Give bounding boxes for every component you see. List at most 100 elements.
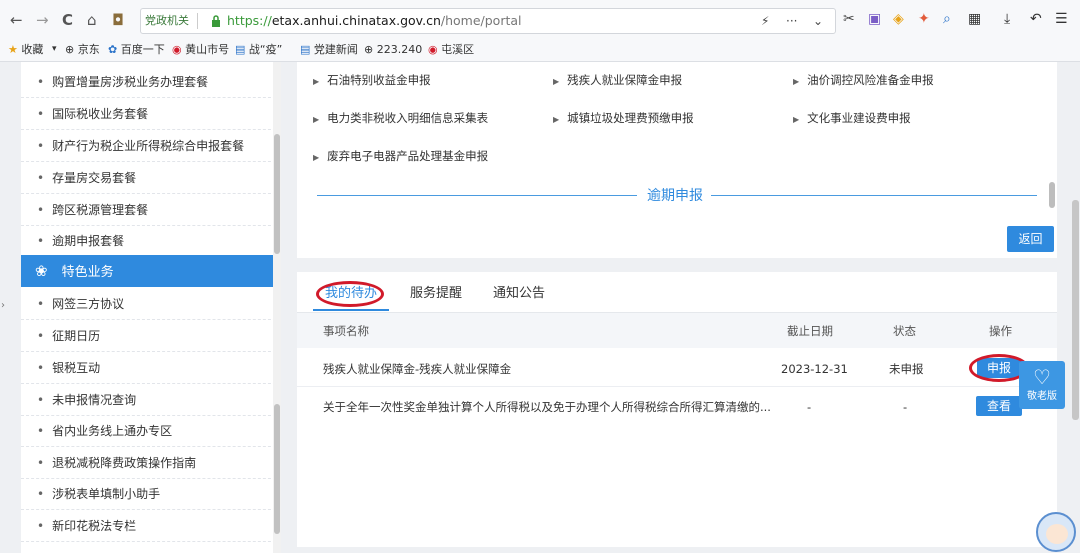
sidebar-section-special-business[interactable]: ❀ 特色业务 [21,255,281,287]
sidebar-item[interactable]: • 跨区税源管理套餐 [21,194,281,226]
bullet-icon: • [37,361,45,375]
declaration-panel: ▶ 石油特别收益金申报 ▶ 残疾人就业保障金申报 ▶ 油价调控风险准备金申报 ▶ 电力类… [297,62,1057,258]
browser-chrome: ← → C ⌂ ◘ 党政机关 https://etax.anhui.chinat… [0,0,1080,62]
sidebar-item[interactable]: • 新印花税法专栏 [21,510,281,542]
sidebar-item[interactable]: • 购置增量房涉税业务办理套餐 [21,66,281,98]
wallet-icon[interactable]: ◘ [112,10,124,30]
lightning-icon[interactable]: ⚡ [761,13,769,29]
caret-right-icon: ▶ [313,77,320,86]
shield-icon[interactable]: ◈ [893,10,904,28]
grid-icon[interactable]: ▦ [968,10,981,28]
link-item[interactable]: ▶ 城镇垃圾处理费预缴申报 [553,110,694,128]
more-icon[interactable]: ··· [786,13,797,29]
forward-icon[interactable]: → [36,10,49,30]
link-item[interactable]: ▶ 石油特别收益金申报 [313,72,431,90]
url-host: etax.anhui.chinatax.gov.cn [271,13,441,28]
sidebar-item[interactable]: • 未申报情况查询 [21,384,281,416]
bookmarks-bar: ★ 收藏 ▾ ⊕ 京东 ✿ 百度一下 ◉ 黄山市号 ▤ 战“疫” ▤ 党建新闻 … [0,40,1080,60]
link-item[interactable]: ▶ 残疾人就业保障金申报 [553,72,682,90]
chevron-down-icon[interactable]: ⌄ [813,13,823,29]
elderly-mode-button[interactable]: ♡ 敬老版 [1019,361,1065,409]
divider-line [317,195,637,196]
link-item[interactable]: ▶ 文化事业建设费申报 [793,110,911,128]
page-scrollbar-thumb[interactable] [1072,200,1079,420]
address-bar[interactable]: 党政机关 https://etax.anhui.chinatax.gov.cn/… [140,8,836,34]
caret-right-icon: ▶ [313,153,320,162]
link-item[interactable]: ▶ 废弃电子电器产品处理基金申报 [313,148,488,166]
reload-icon[interactable]: C [62,10,73,30]
bullet-icon: • [37,519,45,533]
sidebar: • 购置增量房涉税业务办理套餐 • 国际税收业务套餐 • 财产行为税企业所得税综合申报… [21,62,281,553]
bullet-icon: • [37,234,45,248]
row-item-name: 残疾人就业保障金-残疾人就业保障金 [323,362,512,376]
avatar-face [1046,524,1068,544]
bullet-icon: • [37,297,45,311]
bullet-icon: • [37,139,45,153]
bookmark-ip[interactable]: ⊕ 223.240 [364,42,422,57]
sidebar-item[interactable]: • 涉税表单填制小助手 [21,478,281,510]
scrollbar-thumb[interactable] [274,404,280,534]
bookmark-baidu[interactable]: ✿ 百度一下 [108,42,165,57]
bookmark-epidemic[interactable]: ▤ 战“疫” [235,42,282,57]
scissors-icon[interactable]: ✂ [843,10,855,28]
url-text[interactable]: https://etax.anhui.chinatax.gov.cn/home/… [227,13,522,29]
sidebar-item[interactable]: • 存量房交易套餐 [21,162,281,194]
panel-scrollbar-thumb[interactable] [1049,182,1055,208]
bullet-icon: • [37,329,45,343]
url-scheme: https:// [227,13,272,28]
row-status: 未申报 [889,362,924,376]
baidu-icon: ✿ [108,43,118,56]
undo-icon[interactable]: ↶ [1030,10,1042,28]
tab-notices[interactable]: 通知公告 [493,285,545,303]
view-button[interactable]: 查看 [976,396,1022,416]
sidebar-item[interactable]: • 银税互动 [21,352,281,384]
back-button[interactable]: 返回 [1007,226,1054,252]
caret-right-icon: ▶ [553,115,560,124]
scrollbar-thumb[interactable] [274,134,280,254]
row-deadline: - [807,400,812,414]
sidebar-item[interactable]: • 网签三方协议 [21,288,281,320]
todo-panel: 我的待办 服务提醒 通知公告 事项名称 截止日期 状态 操作 残疾人就业保障金-… [297,272,1057,547]
bullet-icon: • [37,107,45,121]
bookmark-favorites[interactable]: ★ 收藏 [8,42,43,57]
caret-down-icon[interactable]: ▾ [52,42,57,57]
bookmark-jd[interactable]: ⊕ 京东 [65,42,100,57]
sidebar-item[interactable]: • 征期日历 [21,320,281,352]
bullet-icon: • [37,487,45,501]
section-title-overdue: 逾期申报 [647,188,703,204]
download-icon[interactable]: ⤓ [1004,10,1010,28]
row-status: - [903,400,908,414]
bullet-icon: • [37,456,45,470]
tab-service-reminder[interactable]: 服务提醒 [410,285,462,303]
edge-marker: › [1,300,5,311]
extension-icon[interactable]: ▣ [868,10,881,28]
bullet-icon: • [37,393,45,407]
star-icon: ★ [8,43,18,56]
site-label: 党政机关 [145,13,198,29]
sidebar-item[interactable]: • 逾期申报套餐 [21,225,281,257]
column-header-status: 状态 [893,324,916,338]
menu-icon[interactable]: ☰ [1055,10,1068,28]
back-icon[interactable]: ← [10,10,23,30]
link-item[interactable]: ▶ 油价调控风险准备金申报 [793,72,934,90]
sidebar-scrollbar[interactable] [273,62,281,553]
search-icon[interactable]: ⌕ [943,10,951,28]
home-icon[interactable]: ⌂ [87,10,97,30]
column-header-action: 操作 [989,324,1012,338]
bookmark-huangshan[interactable]: ◉ 黄山市号 [172,42,229,57]
sidebar-item[interactable]: • 退税减税降费政策操作指南 [21,447,281,479]
column-header-date: 截止日期 [787,324,833,338]
elderly-mode-label: 敬老版 [1027,391,1057,402]
link-item[interactable]: ▶ 电力类非税收入明细信息采集表 [313,110,488,128]
page-icon: ▤ [235,43,246,56]
bullet-icon: • [37,171,45,185]
sidebar-item[interactable]: • 省内业务线上通办专区 [21,415,281,447]
puzzle-icon[interactable]: ✦ [918,10,930,28]
sidebar-item[interactable]: • 财产行为税企业所得税综合申报套餐 [21,130,281,162]
assistant-avatar[interactable] [1036,512,1076,552]
bookmark-party[interactable]: ▤ 党建新闻 [300,42,358,57]
divider-line [711,195,1037,196]
emblem-icon: ◉ [172,43,182,56]
bookmark-tunxi[interactable]: ◉ 屯溪区 [428,42,474,57]
sidebar-item[interactable]: • 国际税收业务套餐 [21,98,281,130]
